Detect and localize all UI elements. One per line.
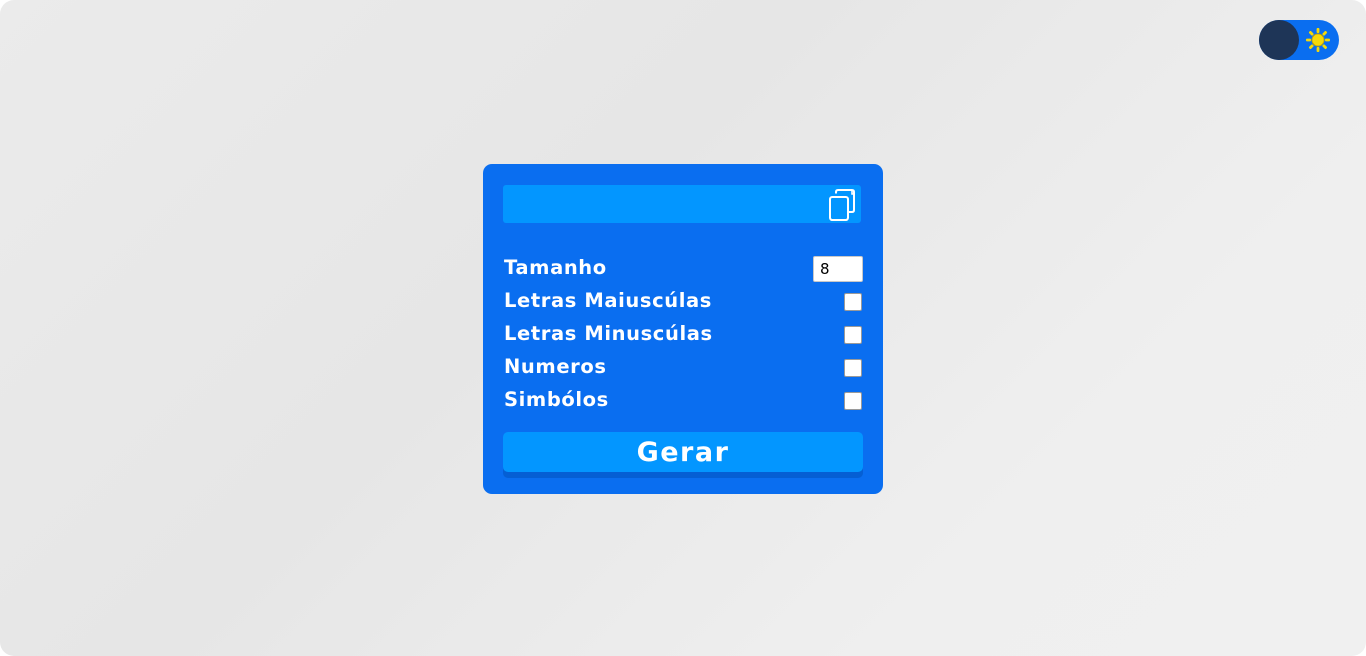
symbols-label: Simbólos — [504, 388, 609, 411]
page-background: Tamanho Letras Maiuscúlas Letras Minuscú… — [0, 0, 1366, 656]
copy-icon[interactable] — [826, 188, 860, 222]
numbers-label: Numeros — [504, 355, 607, 378]
lowercase-checkbox[interactable] — [844, 326, 862, 344]
uppercase-label: Letras Maiuscúlas — [504, 289, 712, 312]
toggle-knob[interactable] — [1259, 20, 1299, 60]
generate-button[interactable]: Gerar — [503, 432, 863, 472]
symbols-checkbox[interactable] — [844, 392, 862, 410]
lowercase-label: Letras Minuscúlas — [504, 322, 713, 345]
uppercase-checkbox[interactable] — [844, 293, 862, 311]
length-label: Tamanho — [504, 256, 607, 279]
numbers-checkbox[interactable] — [844, 359, 862, 377]
length-input[interactable] — [813, 256, 863, 282]
password-generator-card: Tamanho Letras Maiuscúlas Letras Minuscú… — [483, 164, 883, 494]
password-output-field[interactable] — [503, 185, 861, 223]
sun-icon — [1306, 28, 1330, 52]
